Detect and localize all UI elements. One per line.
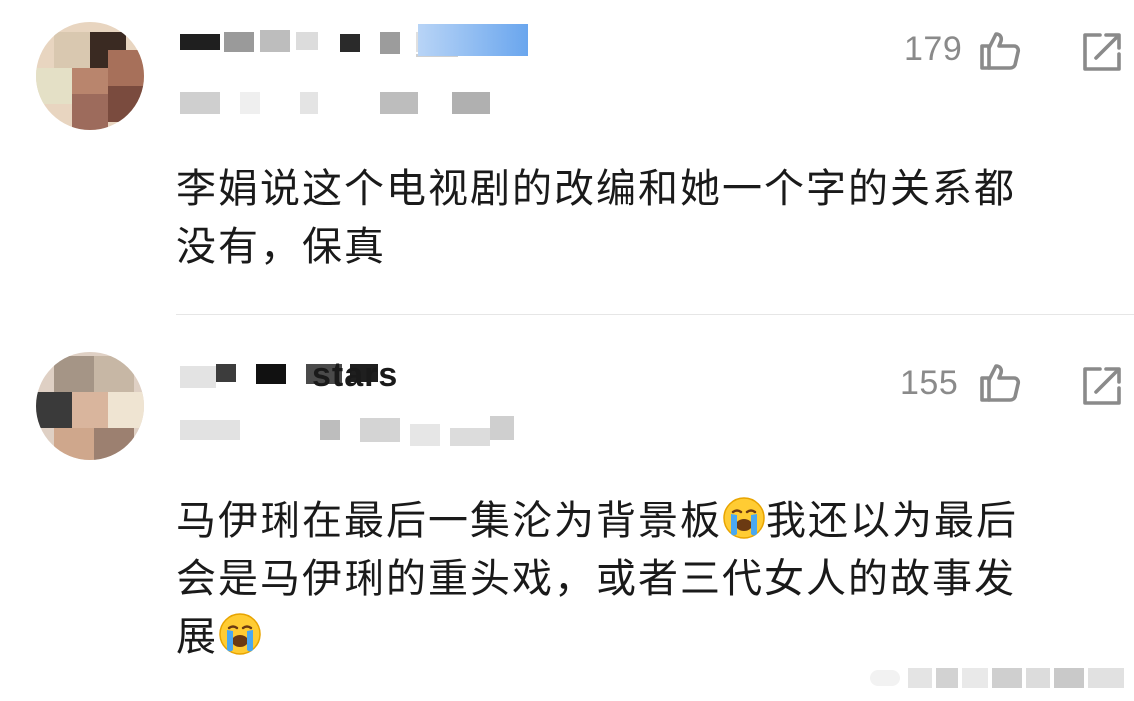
- like-count: 155: [900, 364, 959, 402]
- comment-line: 展: [176, 608, 1126, 666]
- timestamp-redacted: [180, 414, 530, 450]
- comment-item: stars 155 马伊琍在最后一集沦为背景板 我还以为最后 会是马伊琍的重头戏…: [0, 330, 1134, 701]
- comment-text: 李娟说这个电视剧的改编和她一个字的关系都 没有，保真: [176, 160, 1116, 276]
- username-partial[interactable]: stars: [312, 356, 398, 395]
- comment-line: 没有，保真: [176, 224, 386, 270]
- thumbs-up-icon[interactable]: [978, 28, 1022, 72]
- comment-line: 马伊琍在最后一集沦为背景板 我还以为最后: [176, 492, 1126, 550]
- loudly-crying-face-emoji: [722, 496, 766, 540]
- comment-divider: [176, 314, 1134, 315]
- avatar[interactable]: [36, 22, 144, 130]
- share-icon[interactable]: [1080, 364, 1124, 408]
- share-icon[interactable]: [1080, 30, 1124, 74]
- loudly-crying-face-emoji: [218, 612, 262, 656]
- comment-segment: 我还以为最后: [766, 498, 1018, 544]
- username-redacted[interactable]: [180, 24, 530, 58]
- comment-segment: 展: [176, 614, 218, 660]
- comment-line: 会是马伊琍的重头戏，或者三代女人的故事发: [176, 556, 1016, 602]
- avatar[interactable]: [36, 352, 144, 460]
- comment-text: 马伊琍在最后一集沦为背景板 我还以为最后 会是马伊琍的重头戏，或者三代女人的故事…: [176, 492, 1126, 666]
- timestamp-redacted: [180, 92, 510, 114]
- comment-item: 179 李娟说这个电视剧的改编和她一个字的关系都 没有，保真: [0, 0, 1134, 310]
- thumbs-up-icon[interactable]: [978, 360, 1022, 404]
- comment-segment: 马伊琍在最后一集沦为背景板: [176, 498, 722, 544]
- watermark-redacted: [870, 664, 1130, 690]
- comment-line: 李娟说这个电视剧的改编和她一个字的关系都: [176, 166, 1016, 212]
- like-count: 179: [904, 30, 963, 68]
